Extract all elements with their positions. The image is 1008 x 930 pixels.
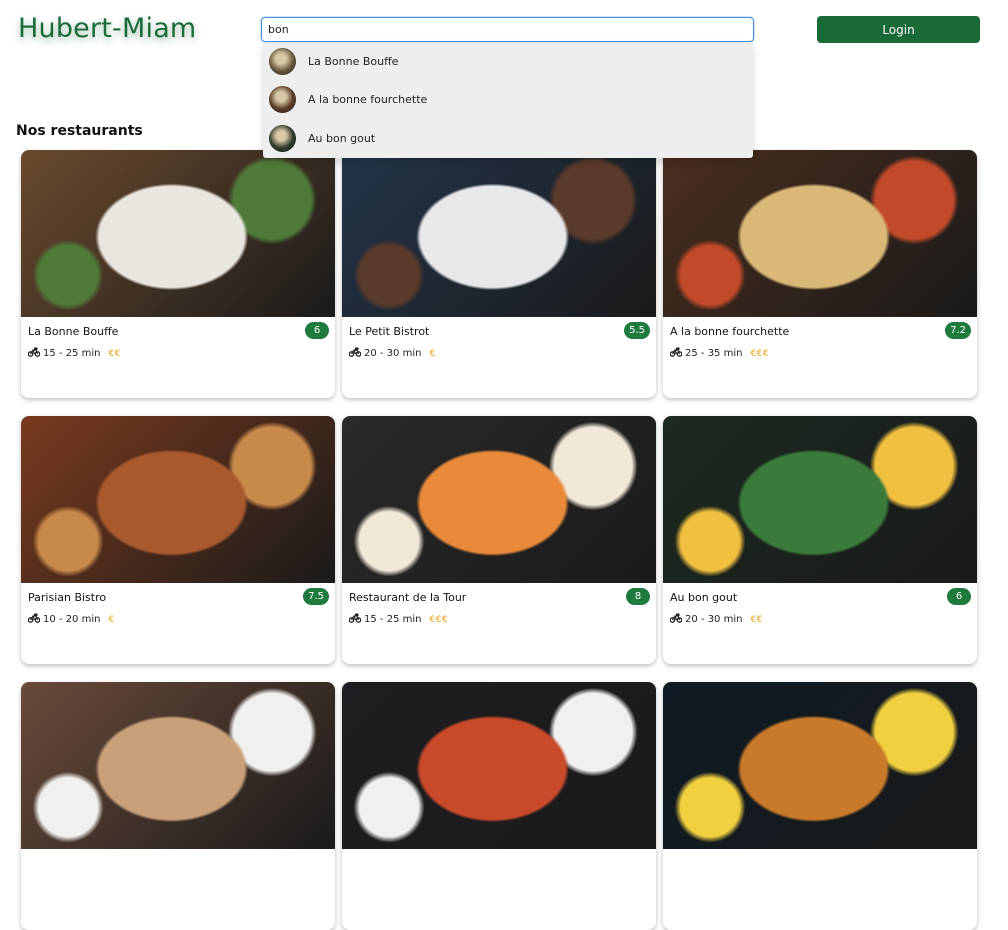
restaurant-name: Le Petit Bistrot	[349, 325, 430, 338]
restaurant-image	[342, 682, 656, 849]
price-level: €	[108, 614, 115, 625]
price-level: €€	[750, 614, 763, 625]
restaurant-thumbnail	[269, 86, 296, 114]
restaurant-card[interactable]: Restaurant de la Tour 8 15 - 25 min €€€	[342, 416, 656, 664]
delivery-bike-icon	[27, 347, 43, 360]
search-suggestion-label: A la bonne fourchette	[308, 93, 428, 107]
restaurant-name: Parisian Bistro	[28, 591, 107, 604]
restaurant-card[interactable]: Parisian Bistro 7.5 10 - 20 min €	[21, 416, 335, 664]
delivery-bike-icon	[669, 347, 685, 360]
search-suggestion-item[interactable]: La Bonne Bouffe	[263, 42, 753, 81]
rating-badge: 7.5	[303, 588, 329, 605]
restaurant-card[interactable]: Le Petit Bistrot 5.5 20 - 30 min €	[342, 150, 656, 398]
restaurant-name: A la bonne fourchette	[670, 325, 790, 338]
delivery-bike-icon	[348, 347, 364, 360]
delivery-info: 15 - 25 min €€	[27, 347, 121, 360]
price-level: €€	[108, 348, 121, 359]
delivery-bike-icon	[348, 613, 364, 626]
search-bar	[261, 17, 754, 42]
delivery-time: 25 - 35 min	[685, 348, 743, 359]
restaurant-name: Au bon gout	[670, 591, 738, 604]
restaurant-thumbnail	[269, 47, 296, 75]
restaurant-image	[663, 416, 977, 583]
rating-badge: 6	[305, 322, 329, 339]
delivery-info: 20 - 30 min €€	[669, 613, 763, 626]
search-suggestion-label: La Bonne Bouffe	[308, 54, 399, 68]
restaurant-card[interactable]	[21, 682, 335, 930]
restaurant-name: La Bonne Bouffe	[28, 325, 119, 338]
restaurant-image	[342, 416, 656, 583]
search-suggestion-label: Au bon gout	[308, 131, 376, 145]
restaurant-image	[21, 416, 335, 583]
delivery-bike-icon	[669, 613, 685, 626]
search-suggestion-item[interactable]: Au bon gout	[263, 119, 753, 158]
price-level: €€€	[429, 614, 449, 625]
restaurant-image	[21, 682, 335, 849]
restaurant-card[interactable]: Au bon gout 6 20 - 30 min €€	[663, 416, 977, 664]
delivery-time: 20 - 30 min	[364, 348, 422, 359]
restaurant-name: Restaurant de la Tour	[349, 591, 467, 604]
search-input[interactable]	[261, 17, 754, 42]
delivery-info: 25 - 35 min €€€	[669, 347, 770, 360]
delivery-info: 10 - 20 min €	[27, 613, 115, 626]
restaurant-thumbnail	[269, 124, 296, 152]
delivery-info: 15 - 25 min €€€	[348, 613, 449, 626]
restaurant-image	[663, 682, 977, 849]
price-level: €€€	[750, 348, 770, 359]
restaurant-card[interactable]	[663, 682, 977, 930]
rating-badge: 7.2	[945, 322, 971, 339]
delivery-time: 20 - 30 min	[685, 614, 743, 625]
app-logo[interactable]: Hubert-Miam	[18, 13, 196, 44]
rating-badge: 8	[626, 588, 650, 605]
section-title: Nos restaurants	[16, 123, 143, 139]
delivery-time: 15 - 25 min	[43, 348, 101, 359]
delivery-info: 20 - 30 min €	[348, 347, 436, 360]
restaurant-card[interactable]: La Bonne Bouffe 6 15 - 25 min €€	[21, 150, 335, 398]
search-suggestions: La Bonne Bouffe A la bonne fourchette Au b…	[263, 42, 753, 158]
rating-badge: 5.5	[624, 322, 650, 339]
delivery-bike-icon	[27, 613, 43, 626]
delivery-time: 15 - 25 min	[364, 614, 422, 625]
restaurant-image	[342, 150, 656, 317]
restaurant-image	[663, 150, 977, 317]
restaurant-card[interactable]	[342, 682, 656, 930]
delivery-time: 10 - 20 min	[43, 614, 101, 625]
rating-badge: 6	[947, 588, 971, 605]
restaurant-card[interactable]: A la bonne fourchette 7.2 25 - 35 min €€€	[663, 150, 977, 398]
restaurant-image	[21, 150, 335, 317]
search-suggestion-item[interactable]: A la bonne fourchette	[263, 81, 753, 120]
price-level: €	[429, 348, 436, 359]
login-button[interactable]: Login	[817, 16, 980, 43]
